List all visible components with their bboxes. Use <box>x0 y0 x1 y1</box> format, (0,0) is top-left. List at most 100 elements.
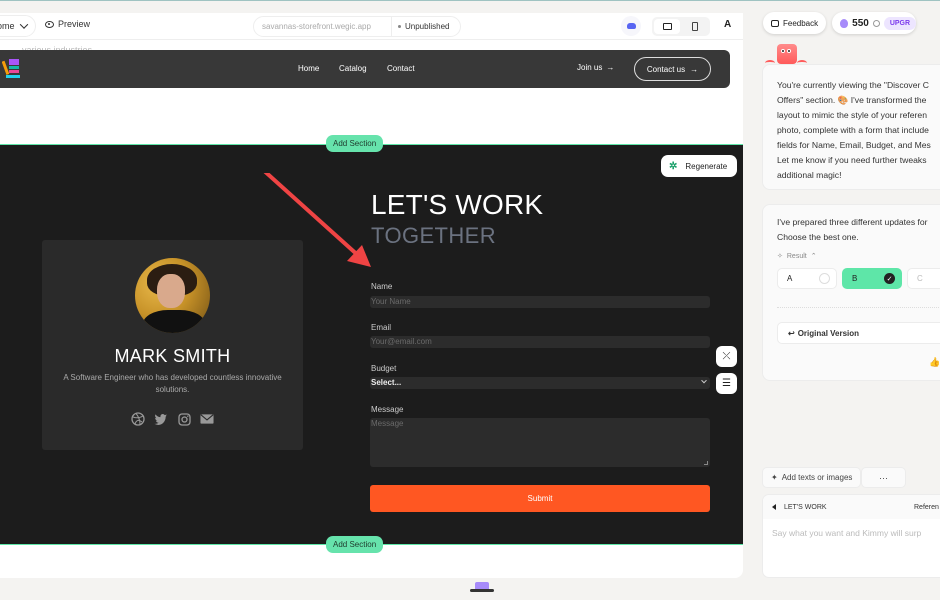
email-label: Email <box>371 323 392 332</box>
menu-tool-button[interactable]: ☰ <box>716 373 737 394</box>
context-bar: LET'S WORK Referen <box>763 495 940 519</box>
chat-input[interactable]: Say what you want and Kimmy will surp <box>763 519 940 538</box>
context-tag: LET'S WORK <box>784 503 827 511</box>
nav-link-contact[interactable]: Contact <box>387 64 415 73</box>
discord-icon <box>626 23 636 29</box>
page-select[interactable]: ome <box>0 15 36 37</box>
triangle-left-icon[interactable] <box>772 504 776 510</box>
menu-icon: ☰ <box>722 378 731 389</box>
sparkle-icon: ✦ <box>771 473 778 482</box>
assistant-message-card: You're currently viewing the "Discover C… <box>762 64 940 190</box>
preview-label: Preview <box>58 19 91 29</box>
nav-link-catalog[interactable]: Catalog <box>339 64 367 73</box>
editor-canvas: ome Preview savannas-storefront.wegic.ap… <box>0 13 743 578</box>
device-toggle <box>652 17 710 36</box>
arrow-right-icon: → <box>606 63 615 72</box>
radio-icon <box>819 273 830 284</box>
budget-select-value: Select... <box>371 378 402 387</box>
site-url[interactable]: savannas-storefront.wegic.app <box>254 17 392 36</box>
publish-status[interactable]: Unpublished <box>392 22 449 31</box>
more-button[interactable]: ··· <box>861 467 906 488</box>
original-version-label: Original Version <box>797 328 860 338</box>
publish-status-label: Unpublished <box>405 22 450 31</box>
original-version-button[interactable]: ↩ Original Version <box>777 322 940 344</box>
instagram-icon[interactable] <box>177 412 191 426</box>
font-style-button[interactable]: A <box>724 19 731 30</box>
email-input[interactable]: Your@email.com <box>370 336 710 348</box>
annotation-arrow <box>263 173 371 267</box>
site-logo[interactable] <box>2 57 24 81</box>
submit-button[interactable]: Submit <box>370 485 710 512</box>
chevron-down-icon <box>19 20 28 29</box>
credits-pill: 550 UPGR <box>832 12 917 34</box>
avatar <box>135 258 210 333</box>
result-label: Result <box>786 252 807 260</box>
add-section-bottom-button[interactable]: Add Section <box>326 536 384 553</box>
mail-icon[interactable] <box>200 412 214 426</box>
credits-count: 550 <box>852 17 869 29</box>
thumbs-up-icon[interactable]: 👍 <box>929 357 940 368</box>
divider <box>777 307 940 308</box>
editor-toolbar: ome Preview savannas-storefront.wegic.ap… <box>0 13 743 40</box>
bottom-mascot-icon[interactable] <box>470 582 494 594</box>
add-texts-label: Add texts or images <box>781 473 853 482</box>
sparkle-icon: ✲ <box>669 160 678 172</box>
message-label: Message <box>371 405 404 414</box>
phone-icon <box>692 22 698 31</box>
versions-card: I've prepared three different updates fo… <box>762 204 940 381</box>
desktop-view-button[interactable] <box>654 19 680 34</box>
regenerate-label: Regenerate <box>685 161 728 171</box>
chat-input-card: LET'S WORK Referen Say what you want and… <box>762 494 940 578</box>
result-toggle[interactable]: ✧ Result ⌃ <box>777 252 817 261</box>
contact-us-button[interactable]: Contact us → <box>634 57 711 81</box>
unlink-icon: ⤫ <box>722 351 731 362</box>
feedback-button[interactable]: Feedback <box>763 12 827 34</box>
option-a-label: A <box>787 274 793 283</box>
info-icon[interactable] <box>872 19 880 27</box>
dribbble-icon[interactable] <box>131 412 145 426</box>
check-icon: ✓ <box>884 273 895 284</box>
name-input[interactable]: Your Name <box>370 296 710 308</box>
resize-handle-icon[interactable] <box>704 461 708 465</box>
message-placeholder: Message <box>371 419 404 428</box>
profile-name: MARK SMITH <box>114 346 231 366</box>
preview-button[interactable]: Preview <box>45 19 90 29</box>
chevron-down-icon <box>701 377 707 384</box>
message-textarea[interactable]: Message <box>370 418 710 467</box>
section-subheading: TOGETHER <box>371 223 497 248</box>
mobile-view-button[interactable] <box>682 19 708 34</box>
option-a[interactable]: A <box>777 268 837 289</box>
feedback-label: Feedback <box>783 18 819 28</box>
add-section-top-button[interactable]: Add Section <box>326 135 384 152</box>
discord-button[interactable] <box>621 16 641 36</box>
site-url-box[interactable]: savannas-storefront.wegic.app Unpublishe… <box>253 16 461 37</box>
profile-description: A Software Engineer who has developed co… <box>63 373 282 394</box>
regenerate-button[interactable]: ✲ Regenerate <box>661 155 737 177</box>
arrow-right-icon: → <box>690 64 699 74</box>
gem-icon <box>840 18 849 28</box>
unlink-tool-button[interactable]: ⤫ <box>716 346 737 367</box>
contact-us-label: Contact us <box>646 64 686 74</box>
chat-icon <box>771 19 779 27</box>
option-c[interactable]: C <box>907 268 940 289</box>
budget-select[interactable]: Select... <box>370 377 710 389</box>
add-texts-button[interactable]: ✦ Add texts or images <box>762 467 862 488</box>
section-heading: LET'S WORK <box>371 189 544 220</box>
budget-label: Budget <box>371 364 397 373</box>
assistant-panel: Feedback 550 UPGR You're currently viewi… <box>743 0 940 600</box>
assistant-message-text: You're currently viewing the "Discover C… <box>777 80 931 180</box>
sparkle-icon: ✧ <box>777 253 783 260</box>
nav-link-home[interactable]: Home <box>298 64 319 73</box>
join-us-link[interactable]: Join us → <box>577 63 614 72</box>
chevron-up-icon: ⌃ <box>810 253 817 260</box>
upgrade-button[interactable]: UPGR <box>883 16 917 30</box>
option-b-label: B <box>852 274 858 283</box>
option-b[interactable]: B ✓ <box>842 268 902 289</box>
page-select-label: ome <box>0 21 15 31</box>
reference-button[interactable]: Referen <box>914 504 939 511</box>
option-c-label: C <box>917 274 923 283</box>
twitter-icon[interactable] <box>154 412 168 426</box>
status-dot-icon <box>398 25 401 28</box>
versions-message: I've prepared three different updates fo… <box>777 217 928 242</box>
name-label: Name <box>371 282 393 291</box>
